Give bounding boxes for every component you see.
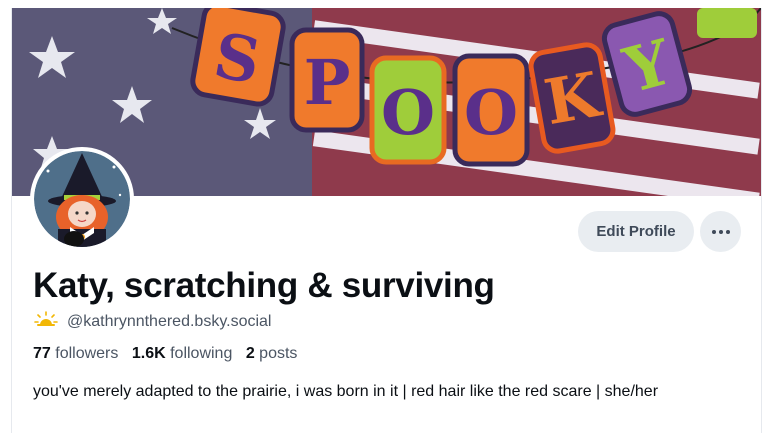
profile-card: S P O O K Y Edit Profile Katy, scratchin…	[11, 8, 762, 433]
following-count: 1.6K	[131, 345, 166, 362]
profile-stats: 77 followers 1.6K following 2 posts	[33, 345, 297, 363]
following-stat[interactable]: 1.6K following	[132, 345, 233, 362]
display-name: Katy, scratching & surviving	[33, 266, 495, 305]
svg-text:O: O	[381, 76, 435, 149]
following-label: following	[170, 345, 233, 362]
profile-page: S P O O K Y Edit Profile Katy, scratchin…	[0, 0, 768, 433]
ellipsis-dot	[718, 229, 723, 234]
ellipsis-dot	[725, 229, 730, 234]
posts-stat: 2 posts	[246, 345, 298, 362]
posts-count: 2	[245, 345, 255, 362]
svg-text:P: P	[304, 46, 351, 119]
avatar[interactable]	[30, 147, 134, 251]
handle-row: @kathrynnthered.bsky.social	[33, 311, 271, 332]
followers-label: followers	[55, 345, 119, 362]
more-options-button[interactable]	[700, 211, 741, 252]
followers-count: 77	[33, 345, 51, 362]
profile-handle[interactable]: @kathrynnthered.bsky.social	[67, 313, 271, 331]
sun-cloud-icon	[33, 311, 59, 332]
posts-label: posts	[259, 345, 298, 362]
profile-bio: you've merely adapted to the prairie, i …	[33, 383, 659, 400]
profile-banner[interactable]: S P O O K Y	[12, 8, 761, 196]
svg-text:O: O	[464, 76, 518, 149]
edit-profile-button[interactable]: Edit Profile	[578, 211, 694, 252]
followers-stat[interactable]: 77 followers	[33, 345, 118, 362]
ellipsis-dot	[711, 229, 716, 234]
